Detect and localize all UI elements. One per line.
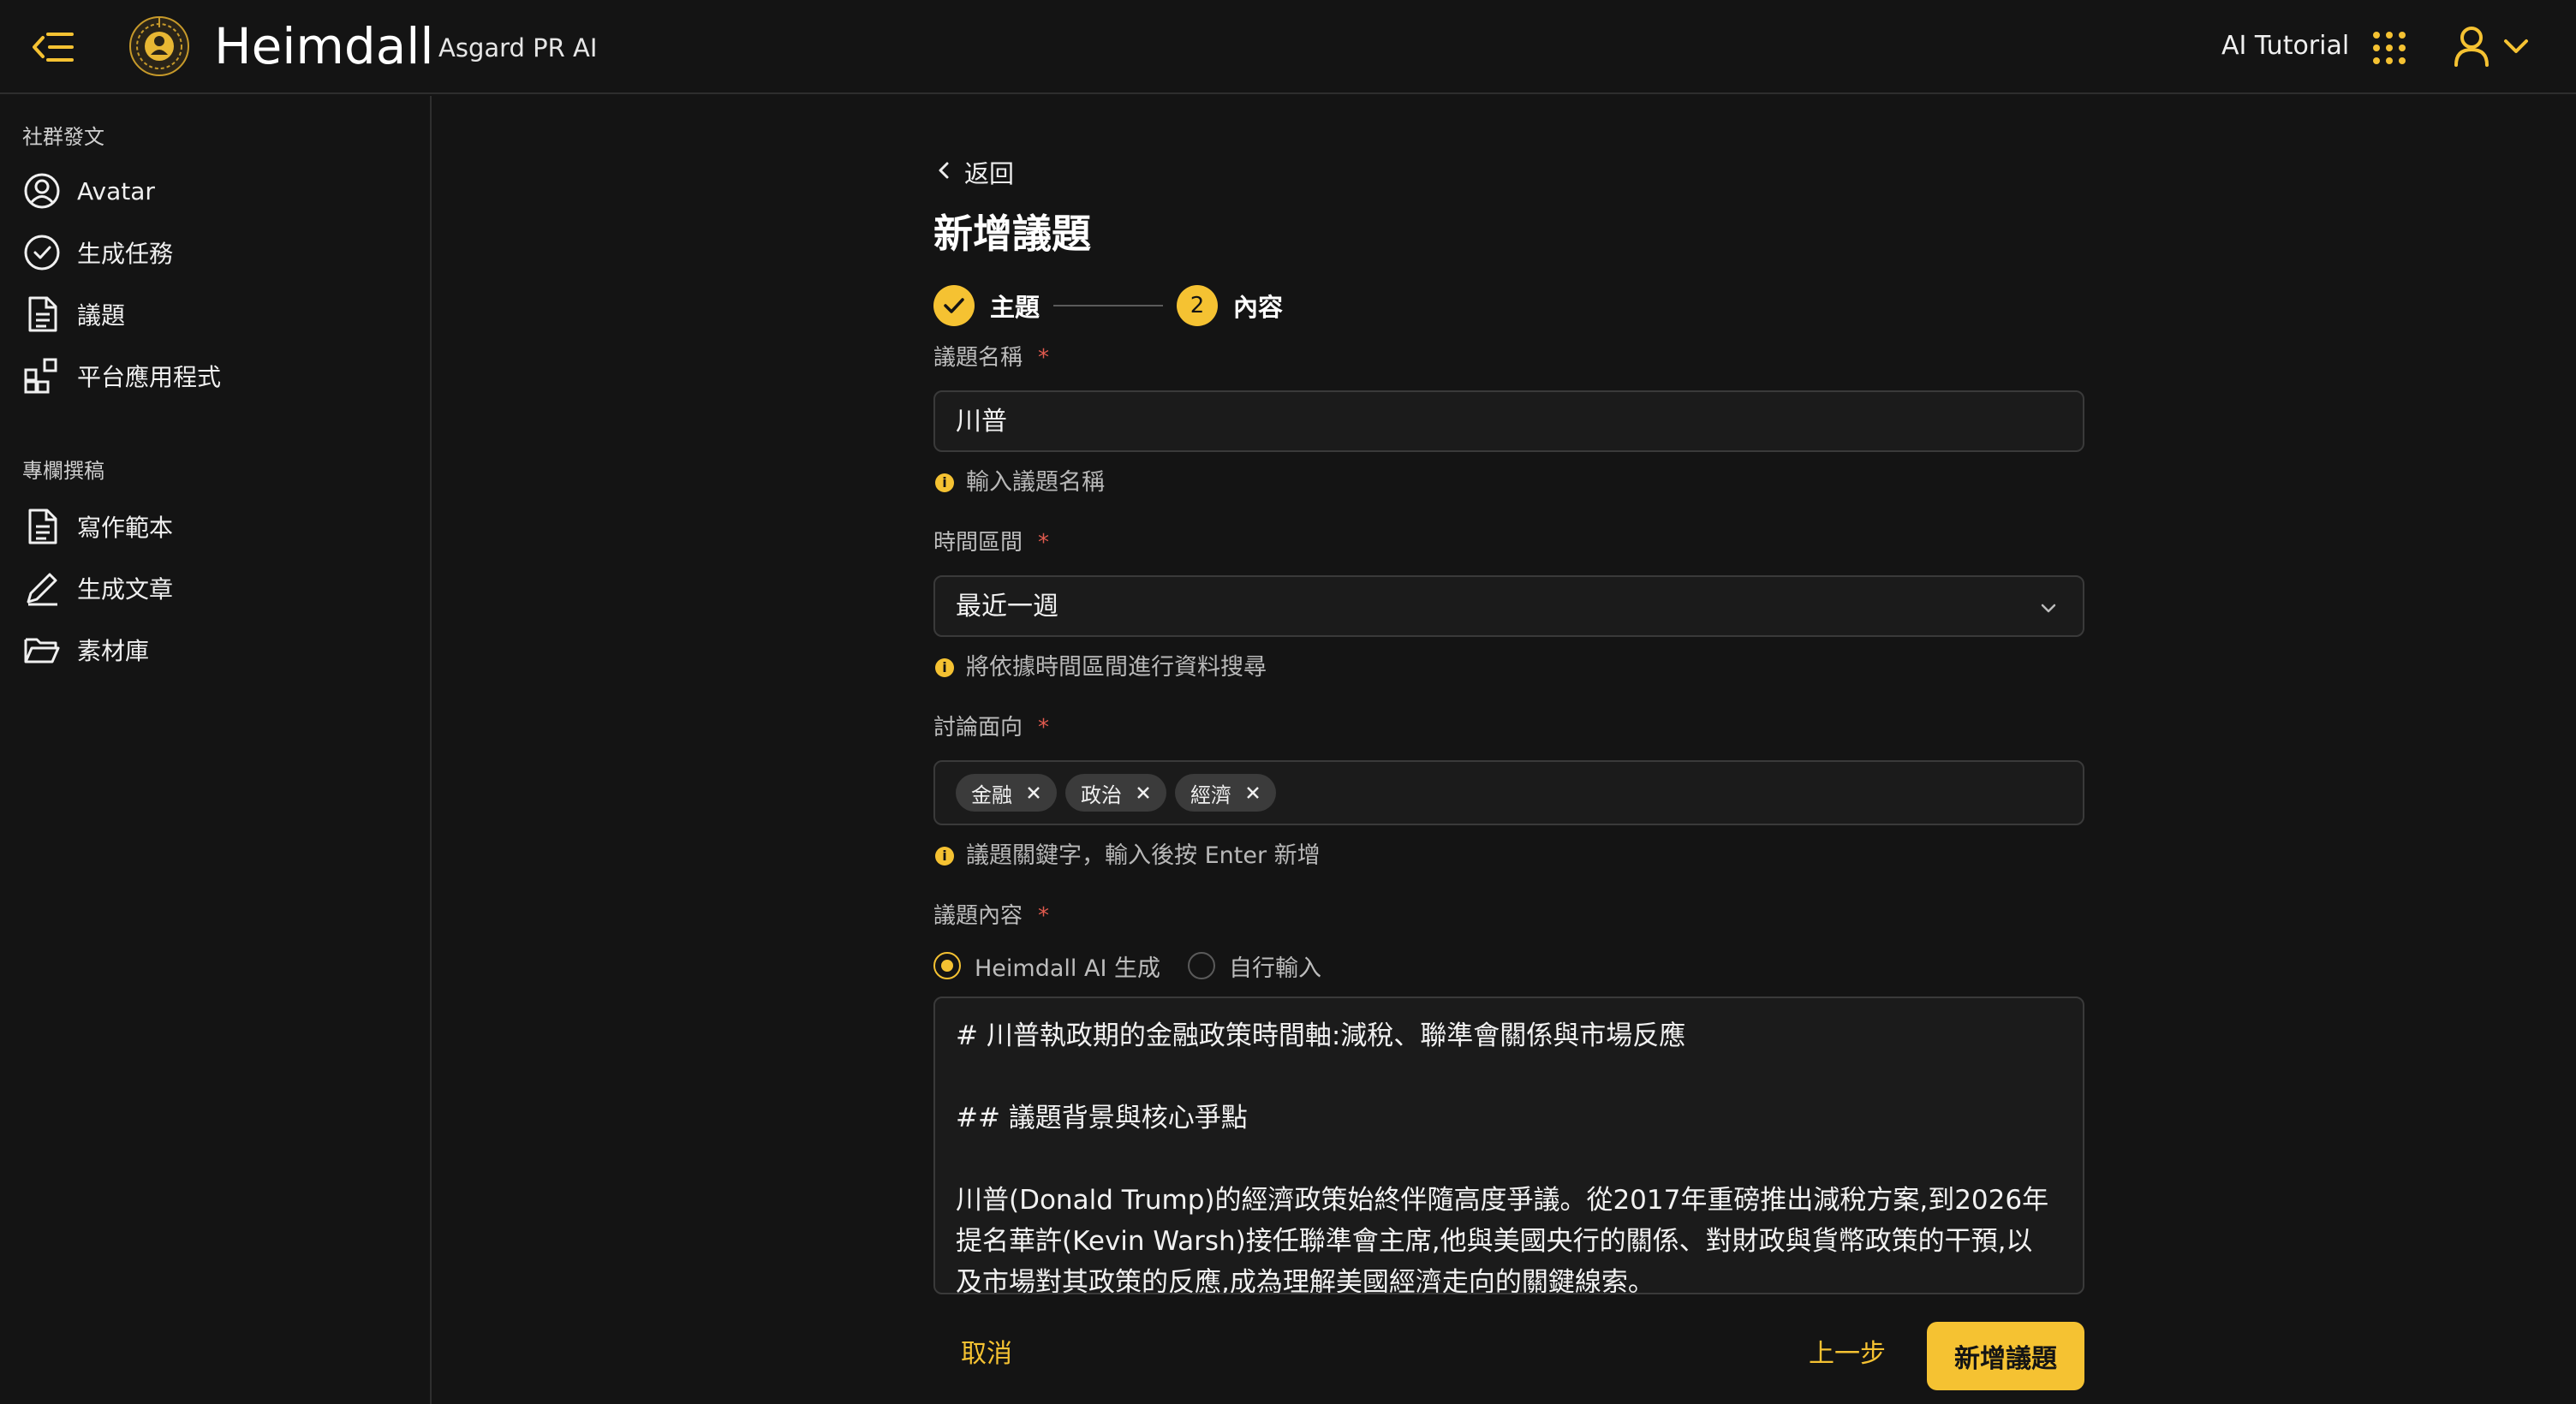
aspects-tag-input[interactable]: 金融 政治 經濟 [933, 760, 2084, 825]
content-source-radio-group: Heimdall AI 生成 自行輸入 [933, 949, 1349, 983]
stepper: 主題 2 內容 [933, 284, 1283, 327]
chevron-down-icon[interactable] [2502, 36, 2530, 57]
pen-icon [22, 568, 62, 608]
page-title: 新增議題 [933, 211, 1091, 257]
document-icon [22, 294, 62, 334]
step-label-content: 內容 [1233, 293, 1284, 322]
previous-step-button[interactable]: 上一步 [1809, 1337, 1886, 1371]
step-done-check-icon [933, 285, 975, 326]
sidebar-item-asset-library[interactable]: 素材庫 [22, 625, 416, 675]
document-icon [22, 507, 62, 546]
sidebar-item-label: Avatar [77, 176, 155, 205]
tag-label: 政治 [1081, 782, 1122, 807]
field-label-text: 議題名稱 [933, 345, 1023, 371]
radio-manual-input[interactable] [1188, 952, 1216, 979]
folder-icon [22, 630, 62, 669]
aspects-hint: i 議題關鍵字，輸入後按 Enter 新增 [935, 841, 1321, 872]
back-label: 返回 [964, 159, 1015, 188]
hint-text: 輸入議題名稱 [966, 469, 1105, 496]
required-mark: * [1038, 345, 1050, 371]
sidebar-section-column: 專欄撰稿 [22, 459, 104, 483]
sidebar-item-platform-apps[interactable]: 平台應用程式 [22, 351, 416, 401]
required-mark: * [1038, 530, 1050, 556]
tag-chip: 經濟 [1175, 774, 1276, 812]
radio-label: 自行輸入 [1229, 955, 1322, 982]
sidebar-item-label: 寫作範本 [77, 514, 174, 542]
time-range-select[interactable]: 最近一週 [933, 575, 2084, 637]
time-range-label: 時間區間 * [933, 527, 1049, 558]
tag-label: 經濟 [1190, 782, 1231, 807]
time-range-hint: i 將依據時間區間進行資料搜尋 [935, 652, 1267, 683]
avatar-icon [22, 171, 62, 211]
close-icon[interactable] [1134, 783, 1153, 802]
sidebar-item-topics[interactable]: 議題 [22, 289, 416, 339]
field-label-text: 議題內容 [933, 903, 1023, 929]
top-header: Heimdall Asgard PR AI AI Tutorial [0, 0, 2576, 94]
sidebar-item-generate-article[interactable]: 生成文章 [22, 563, 416, 613]
add-topic-button[interactable]: 新增議題 [1927, 1322, 2084, 1390]
field-label-text: 討論面向 [933, 715, 1023, 741]
close-icon[interactable] [1024, 783, 1043, 802]
radio-label: Heimdall AI 生成 [975, 955, 1161, 982]
apps-grid-icon[interactable] [2372, 31, 2406, 65]
field-label-text: 時間區間 [933, 530, 1023, 556]
tag-label: 金融 [971, 782, 1012, 807]
step-connector [1053, 305, 1164, 306]
content-label: 議題內容 * [933, 901, 1049, 931]
sidebar-item-tasks[interactable]: 生成任務 [22, 228, 416, 277]
topic-name-label: 議題名稱 * [933, 342, 1049, 373]
sidebar-item-label: 生成文章 [77, 575, 174, 604]
step-label-topic: 主題 [990, 293, 1041, 322]
required-mark: * [1038, 715, 1050, 741]
topic-name-value: 川普 [956, 407, 1007, 437]
sidebar-item-label: 議題 [77, 301, 126, 330]
apps-grid-icon [22, 356, 62, 396]
sidebar-item-label: 素材庫 [77, 637, 150, 665]
ai-tutorial-link[interactable]: AI Tutorial [2221, 29, 2349, 63]
time-range-value: 最近一週 [956, 592, 1058, 622]
chevron-left-icon [935, 160, 952, 184]
sidebar-item-label: 平台應用程式 [77, 363, 222, 391]
hint-text: 議題關鍵字，輸入後按 Enter 新增 [966, 842, 1321, 869]
sidebar-item-avatar[interactable]: Avatar [22, 166, 416, 216]
topic-name-hint: i 輸入議題名稱 [935, 467, 1105, 498]
chevron-down-icon [2038, 598, 2059, 618]
user-account-icon[interactable] [2453, 26, 2490, 67]
back-link[interactable]: 返回 [935, 154, 1014, 190]
close-icon[interactable] [1243, 783, 1262, 802]
brand-name: Heimdall [214, 17, 434, 75]
radio-ai-generate[interactable] [933, 952, 961, 979]
content-textarea[interactable]: # 川普執政期的金融政策時間軸:減稅、聯準會關係與市場反應 ## 議題背景與核心… [933, 996, 2084, 1294]
step-number-badge: 2 [1177, 285, 1219, 326]
brand-subtitle: Asgard PR AI [438, 33, 598, 62]
info-icon: i [935, 847, 954, 866]
heimdall-logo-icon [128, 15, 190, 77]
sidebar-item-templates[interactable]: 寫作範本 [22, 502, 416, 551]
radio-dot [941, 960, 953, 972]
hint-text: 將依據時間區間進行資料搜尋 [966, 654, 1267, 681]
info-icon: i [935, 473, 954, 492]
topic-name-input[interactable]: 川普 [933, 390, 2084, 452]
required-mark: * [1038, 903, 1050, 929]
tag-chip: 政治 [1065, 774, 1166, 812]
content-text: # 川普執政期的金融政策時間軸:減稅、聯準會關係與市場反應 ## 議題背景與核心… [956, 1020, 2049, 1294]
check-circle-icon [22, 233, 62, 272]
cancel-button[interactable]: 取消 [961, 1337, 1012, 1371]
info-icon: i [935, 658, 954, 677]
collapse-menu-icon[interactable] [31, 26, 75, 68]
tag-chip: 金融 [956, 774, 1057, 812]
sidebar-section-social: 社群發文 [22, 125, 104, 149]
sidebar-item-label: 生成任務 [77, 240, 174, 268]
aspects-label: 討論面向 * [933, 712, 1049, 743]
sidebar: 社群發文 Avatar 生成任務 議題 平台應用程式 專欄撰稿 寫作範本 生成文… [0, 96, 432, 1404]
